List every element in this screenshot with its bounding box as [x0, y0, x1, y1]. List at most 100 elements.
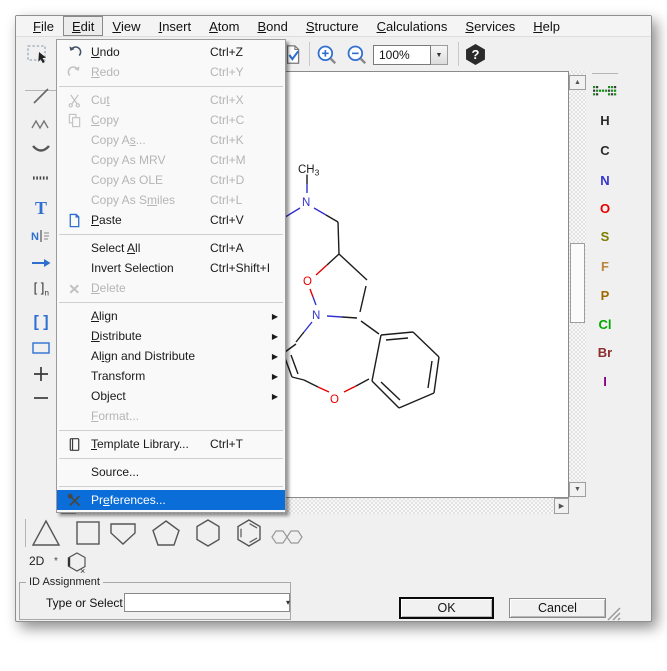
shape-triangle[interactable]	[29, 516, 63, 550]
atom-label-n2: N	[312, 310, 320, 322]
svg-text:[ ]: [ ]	[34, 280, 45, 295]
menu-item-source[interactable]: Source...	[57, 462, 285, 482]
text-tool-tool[interactable]: T	[28, 195, 54, 221]
scroll-down-button[interactable]: ▼	[569, 482, 586, 497]
menu-item-align[interactable]: Align▶	[57, 306, 285, 326]
id-select-input[interactable]	[125, 594, 286, 611]
repeat-bracket-icon: [ ]n	[29, 276, 53, 300]
help-button[interactable]: ?	[465, 44, 486, 65]
menubar-item-atom[interactable]: Atom	[200, 16, 248, 36]
dotted-line-tool[interactable]	[28, 165, 54, 191]
atom-label-tool[interactable]: N	[28, 223, 54, 249]
submenu-arrow-icon: ▶	[272, 352, 278, 361]
svg-text:T: T	[35, 198, 47, 218]
menu-item-copy-as-mrv[interactable]: Copy As MRVCtrl+M	[57, 150, 285, 170]
element-s[interactable]: S	[590, 229, 620, 247]
shape-benzene[interactable]	[232, 516, 266, 550]
zoom-in-button[interactable]	[315, 43, 339, 67]
zoom-combo-arrow-icon[interactable]: ▼	[431, 45, 448, 65]
zoom-level-combo[interactable]: 100% ▼	[373, 45, 448, 65]
rectangle-tool[interactable]	[28, 335, 54, 361]
copy-icon	[57, 113, 91, 128]
menu-item-label: Distribute	[91, 329, 142, 343]
menu-item-template-library[interactable]: Template Library...Ctrl+T	[57, 434, 285, 454]
menubar-item-services[interactable]: Services	[456, 16, 524, 36]
any-atom-label[interactable]: *	[54, 556, 58, 567]
repeat-bracket-tool[interactable]: [ ]n	[28, 275, 54, 301]
element-br[interactable]: Br	[590, 345, 620, 363]
periodic-table-button[interactable]	[593, 84, 617, 100]
canvas-vertical-scrollbar[interactable]: ▲ ▼	[569, 71, 586, 498]
decrease-charge-tool[interactable]	[28, 385, 54, 411]
element-p[interactable]: P	[590, 288, 620, 306]
menu-item-delete[interactable]: Delete	[57, 278, 285, 298]
menu-item-copy-as-ole[interactable]: Copy As OLECtrl+D	[57, 170, 285, 190]
check-structure-icon	[283, 44, 305, 66]
menu-item-cut[interactable]: CutCtrl+X	[57, 90, 285, 110]
menu-separator	[59, 430, 283, 431]
cut-icon	[57, 93, 91, 108]
bracket-tool[interactable]: [ ]	[28, 308, 54, 334]
menu-separator	[59, 234, 283, 235]
element-f[interactable]: F	[590, 259, 620, 277]
delete-icon	[57, 281, 91, 296]
menu-item-select-all[interactable]: Select AllCtrl+A	[57, 238, 285, 258]
menubar-item-calculations[interactable]: Calculations	[368, 16, 457, 36]
selection-tool-button[interactable]	[25, 42, 51, 68]
menu-item-align-and-distribute[interactable]: Align and Distribute▶	[57, 346, 285, 366]
shape-cyclopentane-flat[interactable]	[106, 516, 140, 550]
scroll-right-button[interactable]: ▶	[554, 498, 569, 514]
shape-cyclopentane[interactable]	[149, 516, 183, 550]
id-select-combo[interactable]: ▾	[124, 593, 290, 612]
increase-charge-tool[interactable]	[28, 361, 54, 387]
menu-item-transform[interactable]: Transform▶	[57, 366, 285, 386]
chain-tool[interactable]	[28, 111, 54, 137]
dimension-mode-label[interactable]: 2D	[29, 554, 44, 568]
menubar-item-structure[interactable]: Structure	[297, 16, 368, 36]
menu-item-label: Align	[91, 309, 118, 323]
element-o[interactable]: O	[590, 201, 620, 219]
reaction-arrow-tool[interactable]	[28, 250, 54, 276]
element-h[interactable]: H	[590, 113, 620, 131]
vertical-scroll-thumb[interactable]	[570, 243, 585, 323]
resize-grip[interactable]	[605, 605, 621, 621]
arc-tool[interactable]	[28, 136, 54, 162]
element-cl[interactable]: Cl	[590, 317, 620, 335]
menu-item-label: Template Library...	[91, 437, 189, 451]
menu-item-copy[interactable]: CopyCtrl+C	[57, 110, 285, 130]
menu-item-distribute[interactable]: Distribute▶	[57, 326, 285, 346]
ok-button[interactable]: OK	[399, 597, 494, 619]
element-c[interactable]: C	[590, 143, 620, 161]
menubar-item-view[interactable]: View	[103, 16, 149, 36]
menu-item-shortcut: Ctrl+L	[210, 193, 242, 207]
menu-item-copy-as[interactable]: Copy As...Ctrl+K	[57, 130, 285, 150]
shape-cyclohexane[interactable]	[191, 516, 225, 550]
id-combo-arrow-icon[interactable]: ▾	[286, 594, 290, 611]
scroll-up-button[interactable]: ▲	[569, 75, 586, 90]
cancel-button[interactable]: Cancel	[509, 598, 606, 618]
selection-icon	[26, 43, 50, 67]
menu-item-preferences[interactable]: Preferences...	[57, 490, 285, 510]
shape-square[interactable]	[71, 516, 105, 550]
element-i[interactable]: I	[590, 374, 620, 392]
element-n[interactable]: N	[590, 173, 620, 191]
single-bond-tool[interactable]	[28, 83, 54, 109]
menubar-item-bond[interactable]: Bond	[248, 16, 296, 36]
menu-item-invert-selection[interactable]: Invert SelectionCtrl+Shift+I	[57, 258, 285, 278]
menubar-item-insert[interactable]: Insert	[150, 16, 201, 36]
menu-item-redo[interactable]: RedoCtrl+Y	[57, 62, 285, 82]
menu-item-copy-as-smiles[interactable]: Copy As SmilesCtrl+L	[57, 190, 285, 210]
menu-separator	[59, 86, 283, 87]
menu-item-format[interactable]: Format...	[57, 406, 285, 426]
zoom-level-value[interactable]: 100%	[373, 45, 431, 65]
menu-item-object[interactable]: Object▶	[57, 386, 285, 406]
shape-naphthalene[interactable]	[268, 516, 302, 550]
menu-item-undo[interactable]: UndoCtrl+Z	[57, 42, 285, 62]
ring-variable-button[interactable]: ×	[66, 550, 90, 576]
zoom-out-button[interactable]	[345, 43, 369, 67]
menubar-item-file[interactable]: File	[24, 16, 63, 36]
menubar-item-edit[interactable]: Edit	[63, 16, 103, 36]
menu-item-label: Copy As MRV	[91, 153, 165, 167]
menubar-item-help[interactable]: Help	[524, 16, 569, 36]
menu-item-paste[interactable]: PasteCtrl+V	[57, 210, 285, 230]
